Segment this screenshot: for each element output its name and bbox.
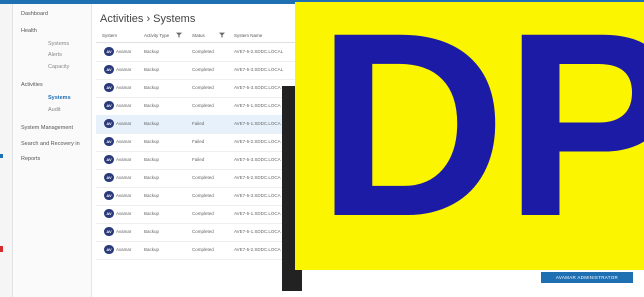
cell-activity-type: Backup bbox=[144, 139, 160, 144]
cell-activity-type: Backup bbox=[144, 85, 160, 90]
table-row[interactable]: AV Avamar Backup Completed AVE7-5-3.SDDC… bbox=[96, 187, 296, 206]
cell-system: Avamar bbox=[116, 247, 132, 252]
cell-system-name: AVE7-5-1.SDDC.LOCA bbox=[234, 211, 281, 216]
cell-system-name: AVE7-5-2.SDDC.LOCA bbox=[234, 247, 281, 252]
overlay-banner: DP bbox=[295, 2, 644, 270]
cell-status: Completed bbox=[192, 85, 214, 90]
column-header-status[interactable]: Status bbox=[192, 33, 205, 38]
cell-status: Completed bbox=[192, 193, 214, 198]
cell-system: Avamar bbox=[116, 229, 132, 234]
system-badge: AV bbox=[104, 119, 114, 128]
system-badge: AV bbox=[104, 245, 114, 254]
table-row[interactable]: AV Avamar Backup Completed AVE7-5-1.SDDC… bbox=[96, 223, 296, 242]
cell-status: Completed bbox=[192, 211, 214, 216]
cell-system: Avamar bbox=[116, 103, 132, 108]
cell-status: Completed bbox=[192, 175, 214, 180]
sidebar bbox=[13, 4, 92, 297]
cell-system-name: AVE7-5-2.SDDC.LOCA bbox=[234, 139, 281, 144]
cell-system-name: AVE7-5-3.SDDC.LOCA bbox=[234, 157, 281, 162]
system-badge: AV bbox=[104, 101, 114, 110]
cell-activity-type: Backup bbox=[144, 193, 160, 198]
system-badge: AV bbox=[104, 47, 114, 56]
sidebar-item-search-and-recovery[interactable]: Search and Recovery in bbox=[21, 141, 80, 147]
cell-status: Completed bbox=[192, 67, 214, 72]
cell-system: Avamar bbox=[116, 211, 132, 216]
cell-status: Completed bbox=[192, 49, 214, 54]
cell-activity-type: Backup bbox=[144, 247, 160, 252]
cell-status: Failed bbox=[192, 139, 205, 144]
cell-system-name: AVE7-5-1.SDDC.LOCA bbox=[234, 103, 281, 108]
cell-system-name: AVE7-5-2.SDDC.LOCA bbox=[234, 175, 281, 180]
page-title: Activities › Systems bbox=[100, 13, 196, 25]
table-row[interactable]: AV Avamar Backup Failed AVE7-5-3.SDDC.LO… bbox=[96, 151, 296, 170]
sidebar-item-dashboard[interactable]: Dashboard bbox=[21, 11, 48, 17]
cell-activity-type: Backup bbox=[144, 103, 160, 108]
cell-activity-type: Backup bbox=[144, 121, 160, 126]
column-header-system-name[interactable]: System Name bbox=[234, 33, 262, 38]
cell-activity-type: Backup bbox=[144, 157, 160, 162]
cell-system: Avamar bbox=[116, 49, 132, 54]
cell-status: Completed bbox=[192, 229, 214, 234]
cell-system-name: AVE7-5-3.SDDC.LOCA bbox=[234, 85, 281, 90]
edge-marker bbox=[0, 154, 3, 158]
left-edge-panel bbox=[0, 4, 13, 297]
sidebar-item-system-management[interactable]: System Management bbox=[21, 125, 73, 131]
sidebar-item-alerts[interactable]: Alerts bbox=[48, 52, 62, 58]
table-row[interactable]: AV Avamar Backup Completed AVE7-5-2.SDDC… bbox=[96, 241, 296, 260]
system-badge: AV bbox=[104, 191, 114, 200]
column-header-system[interactable]: System bbox=[102, 33, 117, 38]
cell-system: Avamar bbox=[116, 193, 132, 198]
system-badge: AV bbox=[104, 173, 114, 182]
table-row[interactable]: AV Avamar Backup Completed AVE7-5-1.SDDC… bbox=[96, 97, 296, 116]
cell-system: Avamar bbox=[116, 157, 132, 162]
filter-icon[interactable] bbox=[219, 32, 225, 38]
cell-system-name: AVE7-5-3.SDDC.LOCAL bbox=[234, 67, 284, 72]
cell-activity-type: Backup bbox=[144, 229, 160, 234]
table-row[interactable]: AV Avamar Backup Completed AVE7-5-3.SDDC… bbox=[96, 79, 296, 98]
table-row[interactable]: AV Avamar Backup Completed AVE7-5-2.SDDC… bbox=[96, 43, 296, 62]
cell-system: Avamar bbox=[116, 121, 132, 126]
cell-system-name: AVE7-5-1.SDDC.LOCA bbox=[234, 121, 281, 126]
sidebar-item-activities-systems[interactable]: Systems bbox=[48, 95, 71, 101]
cell-status: Failed bbox=[192, 157, 205, 162]
cell-system: Avamar bbox=[116, 175, 132, 180]
sidebar-item-reports[interactable]: Reports bbox=[21, 156, 40, 162]
system-badge: AV bbox=[104, 227, 114, 236]
cell-system-name: AVE7-5-2.SDDC.LOCAL bbox=[234, 49, 284, 54]
overlay-text: DP bbox=[317, 2, 644, 270]
cell-activity-type: Backup bbox=[144, 175, 160, 180]
cell-status: Failed bbox=[192, 121, 205, 126]
sidebar-item-audit[interactable]: Audit bbox=[48, 107, 61, 113]
cell-activity-type: Backup bbox=[144, 49, 160, 54]
cell-system: Avamar bbox=[116, 139, 132, 144]
cell-activity-type: Backup bbox=[144, 67, 160, 72]
cell-system: Avamar bbox=[116, 85, 132, 90]
cell-activity-type: Backup bbox=[144, 211, 160, 216]
cell-system-name: AVE7-5-3.SDDC.LOCA bbox=[234, 193, 281, 198]
table-row[interactable]: AV Avamar Backup Completed AVE7-5-2.SDDC… bbox=[96, 169, 296, 188]
table-row[interactable]: AV Avamar Backup Completed AVE7-5-3.SDDC… bbox=[96, 61, 296, 80]
sidebar-item-activities[interactable]: Activities bbox=[21, 82, 43, 88]
column-header-activity-type[interactable]: Activity Type bbox=[144, 33, 169, 38]
cell-system: Avamar bbox=[116, 67, 132, 72]
filter-icon[interactable] bbox=[176, 32, 182, 38]
cell-system-name: AVE7-5-1.SDDC.LOCA bbox=[234, 229, 281, 234]
system-badge: AV bbox=[104, 83, 114, 92]
cell-status: Completed bbox=[192, 103, 214, 108]
table-row[interactable]: AV Avamar Backup Failed AVE7-5-2.SDDC.LO… bbox=[96, 133, 296, 152]
system-badge: AV bbox=[104, 65, 114, 74]
table-row-selected[interactable]: AV Avamar Backup Failed AVE7-5-1.SDDC.LO… bbox=[96, 115, 296, 134]
edge-alert-marker bbox=[0, 246, 3, 252]
table-row[interactable]: AV Avamar Backup Completed AVE7-5-1.SDDC… bbox=[96, 205, 296, 224]
cell-status: Completed bbox=[192, 247, 214, 252]
sidebar-item-capacity[interactable]: Capacity bbox=[48, 64, 69, 70]
system-badge: AV bbox=[104, 137, 114, 146]
system-badge: AV bbox=[104, 155, 114, 164]
sidebar-item-health-systems[interactable]: Systems bbox=[48, 41, 69, 47]
avamar-administrator-button[interactable]: AVAMAR ADMINISTRATOR bbox=[541, 272, 633, 283]
sidebar-item-health[interactable]: Health bbox=[21, 28, 37, 34]
system-badge: AV bbox=[104, 209, 114, 218]
